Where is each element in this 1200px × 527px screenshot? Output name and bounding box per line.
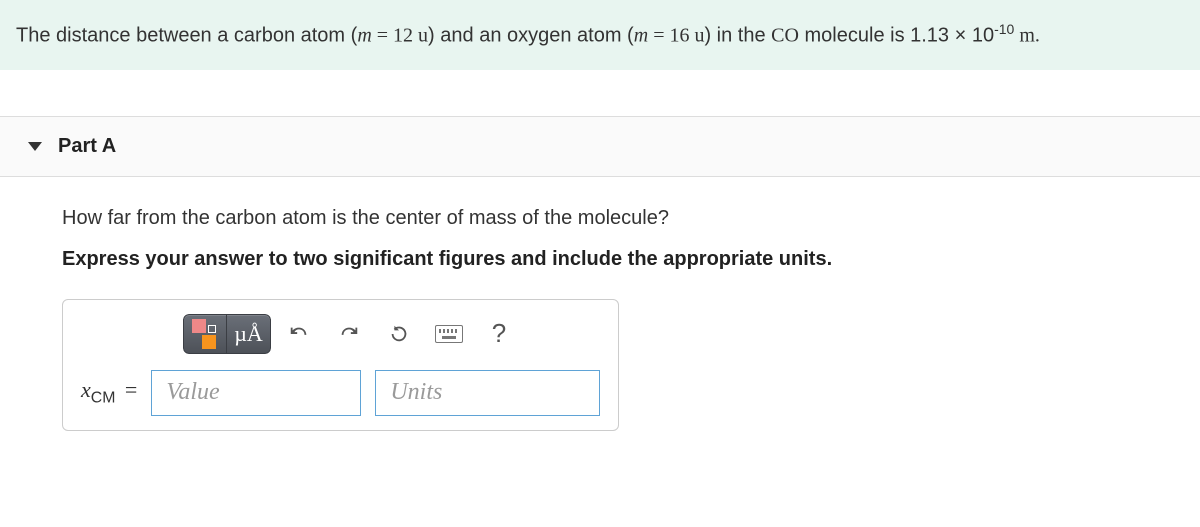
part-header[interactable]: Part A xyxy=(0,116,1200,177)
special-chars-button[interactable]: µÅ xyxy=(227,314,271,354)
part-title: Part A xyxy=(58,135,116,158)
help-icon: ? xyxy=(492,318,506,349)
problem-statement: The distance between a carbon atom (m = … xyxy=(0,0,1200,70)
template-button[interactable] xyxy=(183,314,227,354)
keyboard-icon xyxy=(435,325,463,343)
reset-button[interactable] xyxy=(377,314,421,354)
value-input[interactable]: Value xyxy=(151,370,361,416)
var-m1: m xyxy=(357,25,371,47)
var-m2: m xyxy=(634,25,648,47)
unit-m: m. xyxy=(1014,25,1040,47)
text: molecule is 1.13 × 10 xyxy=(799,25,994,47)
var-x: x xyxy=(81,377,91,402)
answer-box: µÅ ? xCM = Va xyxy=(62,299,619,431)
chevron-down-icon xyxy=(28,142,42,151)
answer-lhs: xCM = xyxy=(81,377,137,407)
part-body: How far from the carbon atom is the cent… xyxy=(0,177,1200,461)
units-input[interactable]: Units xyxy=(375,370,600,416)
value-placeholder: Value xyxy=(166,379,219,406)
exponent: -10 xyxy=(994,21,1014,37)
mu-angstrom-icon: µÅ xyxy=(234,321,263,347)
subscript-cm: CM xyxy=(91,390,116,407)
equals-sign: = xyxy=(121,377,137,402)
question-text: How far from the carbon atom is the cent… xyxy=(62,207,1138,230)
molecule-name: CO xyxy=(771,25,799,47)
units-placeholder: Units xyxy=(390,379,442,406)
help-button[interactable]: ? xyxy=(477,314,521,354)
toolbar: µÅ ? xyxy=(183,314,600,354)
redo-icon xyxy=(338,323,360,345)
tool-group: µÅ xyxy=(183,314,271,354)
input-row: xCM = Value Units xyxy=(81,370,600,416)
text: ) in the xyxy=(704,25,771,47)
m1-value: = 12 u xyxy=(372,25,428,47)
instruction-text: Express your answer to two significant f… xyxy=(62,248,1138,271)
text: ) and an oxygen atom ( xyxy=(428,25,634,47)
redo-button[interactable] xyxy=(327,314,371,354)
keyboard-button[interactable] xyxy=(427,314,471,354)
m2-value: = 16 u xyxy=(648,25,704,47)
fraction-template-icon xyxy=(192,319,218,349)
reset-icon xyxy=(388,323,410,345)
undo-icon xyxy=(288,323,310,345)
undo-button[interactable] xyxy=(277,314,321,354)
text: The distance between a carbon atom ( xyxy=(16,25,357,47)
